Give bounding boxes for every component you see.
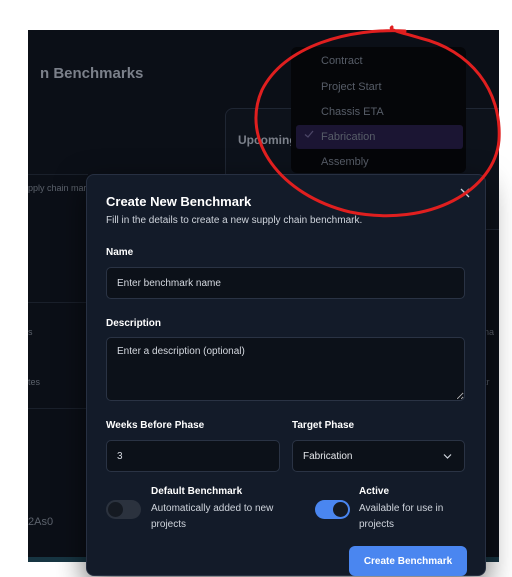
description-textarea[interactable] [106,337,465,401]
close-icon[interactable] [459,187,471,199]
active-toggle[interactable] [315,500,350,519]
target-phase-dropdown-menu: Contract Project Start Chassis ETA Fabri… [291,47,466,173]
target-phase-label: Target Phase [292,420,355,431]
default-benchmark-title: Default Benchmark [151,486,243,497]
dropdown-option-contract[interactable]: Contract [296,49,463,73]
check-icon [304,130,314,138]
create-benchmark-dialog: Create New Benchmark Fill in the details… [86,174,486,576]
chevron-down-icon [443,454,452,459]
background-snippet: tes [28,377,41,387]
default-benchmark-description: Automatically added to new projects [151,503,274,530]
name-input[interactable] [106,267,465,299]
dialog-title: Create New Benchmark [106,194,252,209]
active-title: Active [359,486,390,497]
description-label: Description [106,318,162,329]
name-label: Name [106,247,134,258]
target-phase-select[interactable]: Fabrication [292,440,465,472]
option-label: Chassis ETA [321,106,384,118]
weeks-before-phase-input[interactable] [106,440,280,472]
option-label: Project Start [321,81,382,93]
default-benchmark-toggle[interactable] [106,500,141,519]
background-snippet: s [28,327,33,337]
option-label: Assembly [321,156,369,168]
dropdown-option-chassis-eta[interactable]: Chassis ETA [296,100,463,124]
divider [28,302,88,303]
option-label: Fabrication [321,131,376,143]
active-description: Available for use in projects [359,503,444,530]
target-phase-value: Fabrication [303,451,353,462]
background-snippet: pply chain mar [28,183,87,193]
weeks-before-phase-label: Weeks Before Phase [106,420,205,431]
background-code: 2As0 [28,516,54,528]
dropdown-option-project-start[interactable]: Project Start [296,75,463,99]
dialog-subtitle: Fill in the details to create a new supp… [106,215,363,226]
dropdown-option-assembly[interactable]: Assembly [296,150,463,174]
upcoming-card-label: Upcoming [238,133,297,147]
option-label: Contract [321,55,363,67]
dropdown-option-fabrication[interactable]: Fabrication [296,125,463,149]
create-benchmark-button[interactable]: Create Benchmark [349,546,467,576]
divider [28,408,88,409]
page-title: n Benchmarks [40,65,144,82]
toggle-knob [108,502,123,517]
divider [28,174,88,175]
toggle-knob [333,502,348,517]
